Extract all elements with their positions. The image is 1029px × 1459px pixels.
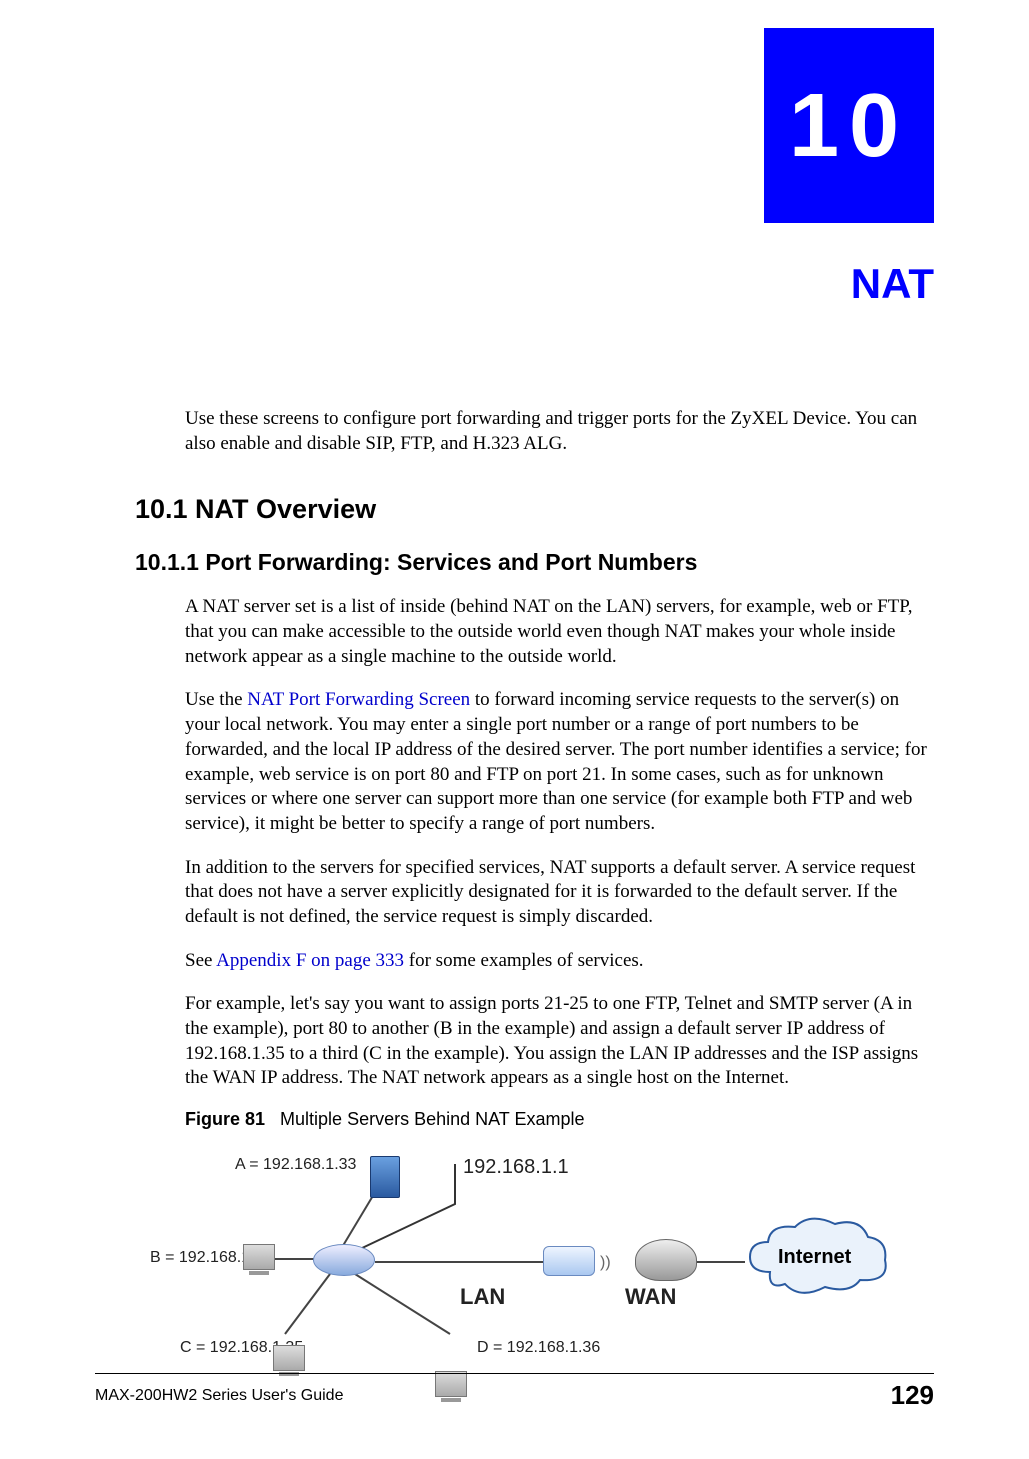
label-wan: WAN — [625, 1284, 676, 1310]
text: Use the — [185, 689, 247, 710]
main-content: Use these screens to configure port forw… — [135, 388, 934, 1374]
cross-ref-link[interactable]: Appendix F on page 333 — [216, 950, 404, 971]
paragraph: A NAT server set is a list of inside (be… — [185, 595, 934, 669]
document-page: 10 NAT Use these screens to configure po… — [0, 0, 1029, 1459]
figure-number: Figure 81 — [185, 1109, 265, 1129]
figure-caption: Figure 81 Multiple Servers Behind NAT Ex… — [185, 1109, 934, 1130]
text: See — [185, 950, 216, 971]
chapter-title: NAT — [634, 260, 934, 308]
network-diagram: )) A = 192.168.1.33 192.168.1.1 B = 192.… — [185, 1144, 905, 1374]
text: to forward incoming service requests to … — [185, 689, 927, 833]
paragraph: Use the NAT Port Forwarding Screen to fo… — [185, 688, 934, 836]
chapter-number-tab: 10 — [764, 28, 934, 223]
wireless-device-icon — [635, 1239, 697, 1281]
server-icon — [370, 1156, 400, 1198]
intro-paragraph: Use these screens to configure port forw… — [185, 407, 934, 456]
page-footer: MAX-200HW2 Series User's Guide 129 — [95, 1373, 934, 1411]
label-router-ip: 192.168.1.1 — [463, 1156, 569, 1179]
footer-guide-name: MAX-200HW2 Series User's Guide — [95, 1387, 343, 1405]
desktop-icon — [273, 1345, 305, 1371]
chapter-number: 10 — [789, 81, 909, 171]
access-point-icon — [543, 1246, 595, 1276]
label-lan: LAN — [460, 1284, 505, 1310]
label-server-d: D = 192.168.1.36 — [477, 1339, 600, 1357]
cross-ref-link[interactable]: NAT Port Forwarding Screen — [247, 689, 470, 710]
text: for some examples of services. — [404, 950, 644, 971]
section-heading-10-1: 10.1 NAT Overview — [135, 494, 934, 525]
figure-title: Multiple Servers Behind NAT Example — [280, 1109, 584, 1129]
internet-cloud-icon: Internet — [740, 1212, 890, 1302]
paragraph: For example, let's say you want to assig… — [185, 992, 934, 1091]
section-heading-10-1-1: 10.1.1 Port Forwarding: Services and Por… — [135, 549, 934, 576]
svg-text:)): )) — [600, 1254, 611, 1271]
router-icon — [313, 1244, 375, 1276]
label-internet: Internet — [778, 1246, 851, 1269]
paragraph: See Appendix F on page 333 for some exam… — [185, 949, 934, 974]
paragraph: In addition to the servers for specified… — [185, 856, 934, 930]
desktop-icon — [243, 1244, 275, 1270]
label-server-a: A = 192.168.1.33 — [235, 1156, 356, 1174]
footer-page-number: 129 — [891, 1380, 934, 1411]
